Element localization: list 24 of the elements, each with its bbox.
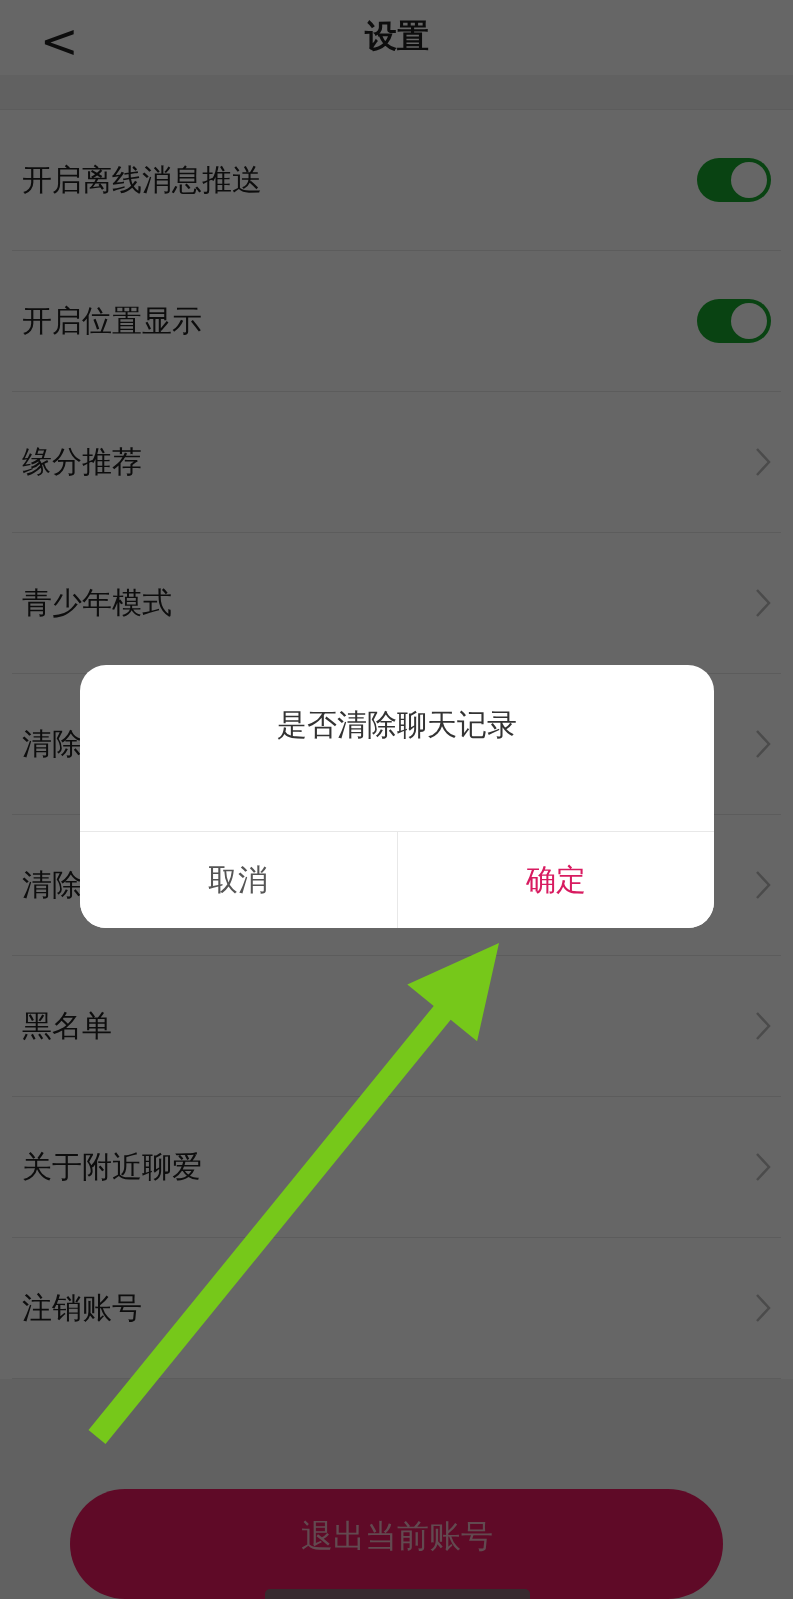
settings-row[interactable]: 开启位置显示	[12, 251, 781, 392]
chevron-icon	[755, 729, 771, 759]
settings-row[interactable]: 缘分推荐	[12, 392, 781, 533]
row-label: 缘分推荐	[22, 442, 142, 481]
row-label: 清除	[22, 724, 82, 763]
chevron-icon	[755, 1293, 771, 1323]
row-label: 注销账号	[22, 1288, 142, 1327]
back-button[interactable]: <	[30, 14, 89, 68]
confirm-button[interactable]: 确定	[396, 832, 714, 928]
chevron-icon	[755, 1152, 771, 1182]
chevron-icon	[755, 1011, 771, 1041]
page-title: 设置	[364, 16, 429, 58]
settings-row[interactable]: 开启离线消息推送	[12, 110, 781, 251]
row-label: 关于附近聊爱	[22, 1147, 202, 1186]
row-label: 开启离线消息推送	[22, 160, 262, 199]
row-label: 黑名单	[22, 1006, 112, 1045]
row-label: 清除	[22, 865, 82, 904]
row-label: 青少年模式	[22, 583, 172, 622]
chevron-icon	[755, 447, 771, 477]
row-label: 开启位置显示	[22, 301, 202, 340]
chevron-icon	[755, 870, 771, 900]
toggle-switch[interactable]	[697, 299, 771, 343]
chevron-icon	[755, 588, 771, 618]
toggle-switch[interactable]	[697, 158, 771, 202]
